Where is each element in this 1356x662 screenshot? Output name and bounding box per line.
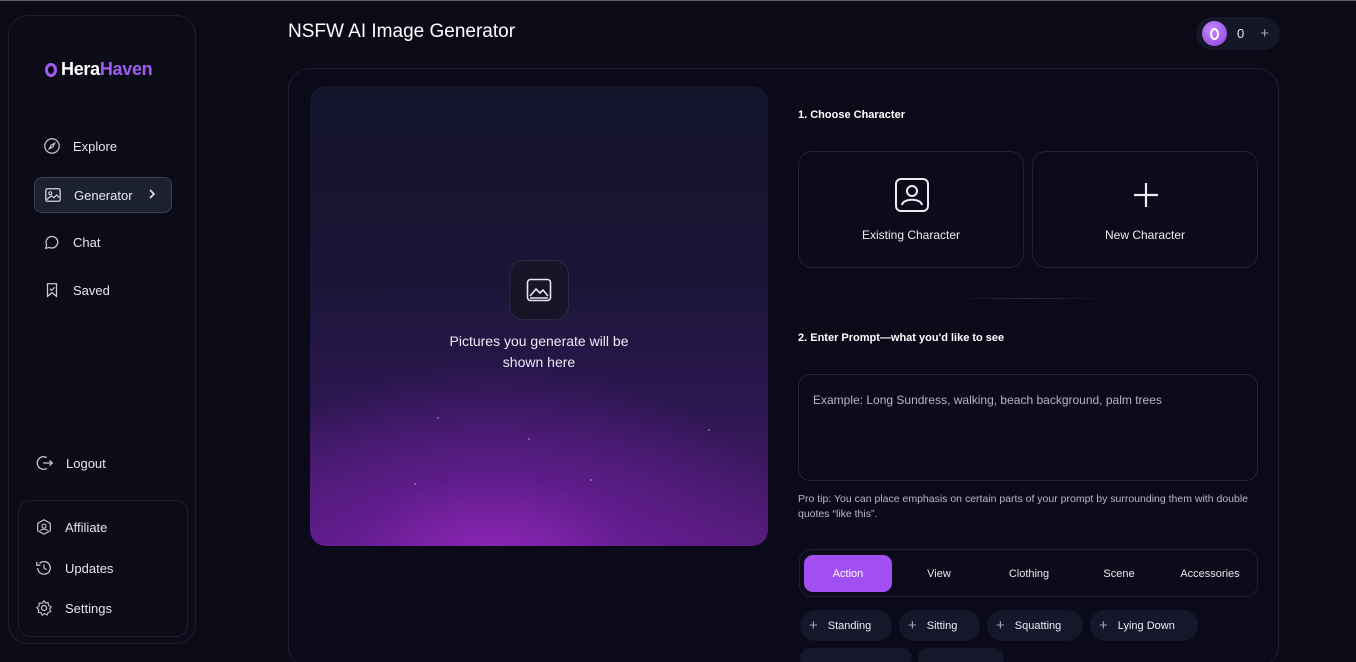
chip-label: Sitting (926, 619, 958, 632)
gear-icon (35, 599, 52, 616)
sidebar-item-label: Affiliate (65, 519, 108, 535)
bookmark-icon (46, 283, 58, 298)
sidebar-item-chat[interactable]: Chat (34, 224, 172, 260)
plus-icon (1134, 183, 1158, 207)
credits-badge[interactable]: 0 + (1196, 17, 1280, 50)
page-title: NSFW AI Image Generator (288, 21, 516, 42)
chevron-right-icon (149, 189, 156, 199)
tab-clothing[interactable]: Clothing (990, 555, 1068, 592)
image-generator-icon (45, 188, 61, 202)
compass-icon (44, 138, 60, 154)
prompt-input-container (798, 374, 1258, 481)
plus-icon: + (908, 617, 917, 634)
chip-squatting[interactable]: + Squatting (987, 610, 1083, 641)
sidebar: Hera Haven Explore Generator Chat Saved L… (8, 15, 196, 644)
tab-action[interactable]: Action (804, 555, 892, 592)
section-divider (950, 298, 1110, 299)
plus-icon: + (809, 617, 818, 634)
sidebar-item-logout[interactable]: Logout (27, 445, 165, 481)
sidebar-item-label: Logout (66, 455, 106, 471)
window-top-border (0, 0, 1356, 1)
chip-label: Standing (827, 619, 872, 632)
sidebar-item-affiliate[interactable]: Affiliate (26, 509, 164, 545)
star-decoration (437, 417, 439, 419)
sidebar-item-label: Saved (73, 282, 110, 298)
coin-icon (1202, 21, 1227, 46)
new-character-label: New Character (1104, 228, 1186, 242)
chat-bubble-icon (44, 235, 59, 250)
image-icon (526, 278, 552, 302)
sidebar-item-label: Updates (65, 560, 114, 576)
chip-standing[interactable]: + Standing (800, 610, 892, 641)
add-credits-button[interactable]: + (1260, 25, 1269, 42)
sidebar-item-saved[interactable]: Saved (34, 272, 172, 308)
sidebar-item-label: Generator (74, 187, 133, 203)
star-decoration (528, 438, 530, 440)
logo-text-haven: Haven (99, 59, 153, 79)
affiliate-icon (37, 519, 51, 535)
sidebar-item-explore[interactable]: Explore (34, 128, 172, 164)
category-tabs: Action View Clothing Scene Accessories (799, 549, 1258, 597)
tab-view[interactable]: View (900, 555, 978, 592)
user-portrait-icon (895, 178, 929, 212)
plus-icon: + (1099, 617, 1108, 634)
star-decoration (414, 483, 416, 485)
step2-label: 2. Enter Prompt—what you'd like to see (798, 332, 1005, 344)
chip-sitting[interactable]: + Sitting (899, 610, 980, 641)
image-placeholder-icon-box (509, 260, 569, 320)
plus-icon: + (996, 617, 1005, 634)
sidebar-item-generator[interactable]: Generator (34, 177, 172, 213)
tab-scene[interactable]: Scene (1080, 555, 1158, 592)
star-decoration (708, 429, 710, 431)
star-decoration (590, 479, 592, 481)
credits-count: 0 (1237, 26, 1245, 41)
existing-character-label: Existing Character (861, 228, 961, 242)
app-root: Hera Haven Explore Generator Chat Saved L… (0, 0, 1356, 662)
chip-partially-visible[interactable] (800, 648, 912, 662)
sidebar-secondary-group: Affiliate Updates Settings (18, 500, 188, 637)
pro-tip-text: Pro tip: You can place emphasis on certa… (798, 493, 1249, 520)
new-character-button[interactable]: New Character (1032, 151, 1258, 268)
updates-history-icon (36, 561, 51, 575)
chip-partially-visible[interactable] (918, 648, 1004, 662)
prompt-input[interactable] (799, 375, 1257, 480)
image-preview-area: Pictures you generate will be shown here (310, 86, 768, 546)
logo[interactable]: Hera Haven (45, 59, 153, 80)
chip-label: Lying Down (1117, 619, 1175, 632)
preview-placeholder-text: Pictures you generate will be shown here (449, 333, 629, 370)
sidebar-item-label: Chat (73, 234, 101, 250)
sidebar-item-settings[interactable]: Settings (26, 590, 164, 626)
sidebar-item-label: Settings (65, 600, 112, 616)
logo-text-hera: Hera (61, 59, 100, 79)
tab-accessories[interactable]: Accessories (1168, 555, 1252, 592)
logout-icon (36, 456, 54, 470)
step1-label: 1. Choose Character (798, 109, 905, 121)
sidebar-item-label: Explore (73, 138, 118, 154)
logo-ring-icon (45, 62, 57, 77)
existing-character-button[interactable]: Existing Character (798, 151, 1024, 268)
chip-lying-down[interactable]: + Lying Down (1090, 610, 1198, 641)
chip-label: Squatting (1014, 619, 1062, 632)
sidebar-item-updates[interactable]: Updates (26, 550, 164, 586)
